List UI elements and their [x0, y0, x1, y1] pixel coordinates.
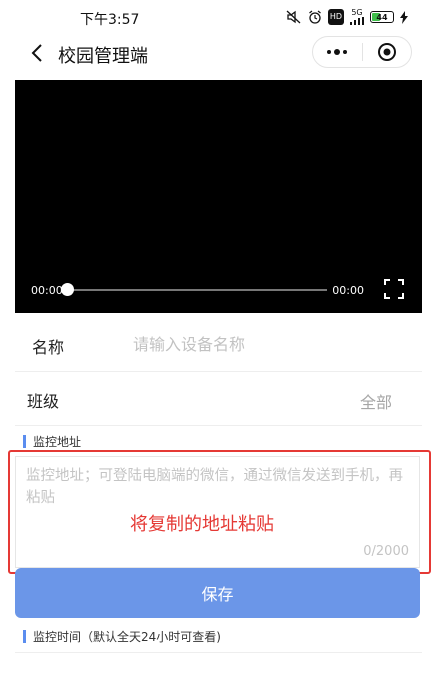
- close-mini-program-button[interactable]: [363, 37, 412, 67]
- video-current-time: 00:00: [31, 284, 63, 297]
- address-section-title: 监控地址: [33, 435, 82, 449]
- status-icons: HD 5G 44: [286, 9, 408, 25]
- device-name-row: 名称: [15, 318, 422, 372]
- class-value[interactable]: 全部: [360, 389, 392, 413]
- time-section-header: 监控时间（默认全天24小时可查看): [23, 628, 221, 645]
- video-duration: 00:00: [332, 284, 364, 297]
- fullscreen-button[interactable]: [384, 279, 404, 299]
- device-name-label: 名称: [32, 338, 65, 357]
- charging-icon: [400, 9, 408, 25]
- divider: [15, 652, 422, 653]
- status-bar: 下午3:57 HD 5G 44: [0, 0, 438, 34]
- section-marker: [23, 630, 26, 643]
- mini-program-capsule: [312, 36, 412, 68]
- back-button[interactable]: [24, 40, 50, 66]
- network-type: 5G: [351, 8, 363, 17]
- target-circle-icon: [377, 43, 396, 61]
- more-dots-icon: [327, 49, 348, 55]
- alarm-icon: [308, 9, 322, 25]
- battery-level: 44: [376, 12, 388, 22]
- nav-bar: 校园管理端: [0, 34, 438, 74]
- signal-icon: 5G: [350, 9, 364, 25]
- video-progress-track[interactable]: [67, 289, 327, 291]
- time-section-title: 监控时间（默认全天24小时可查看): [33, 630, 221, 644]
- battery-icon: 44: [370, 11, 394, 23]
- fullscreen-icon: [384, 279, 404, 299]
- page-title: 校园管理端: [58, 46, 148, 67]
- class-row[interactable]: 班级 全部: [15, 372, 422, 426]
- address-section-header: 监控地址: [23, 433, 81, 450]
- video-progress-thumb[interactable]: [61, 283, 74, 296]
- section-marker: [23, 435, 26, 448]
- chevron-left-icon: [31, 44, 42, 62]
- character-counter: 0/2000: [363, 544, 409, 559]
- hd-badge: HD: [327, 9, 344, 25]
- device-name-input[interactable]: [133, 330, 393, 358]
- save-button[interactable]: 保存: [15, 568, 420, 618]
- more-button[interactable]: [313, 37, 362, 67]
- annotation-text: 将复制的地址粘贴: [130, 514, 274, 535]
- status-time: 下午3:57: [80, 12, 140, 28]
- mute-icon: [286, 9, 302, 25]
- video-player[interactable]: 00:00 00:00: [15, 80, 422, 313]
- class-label: 班级: [27, 392, 60, 411]
